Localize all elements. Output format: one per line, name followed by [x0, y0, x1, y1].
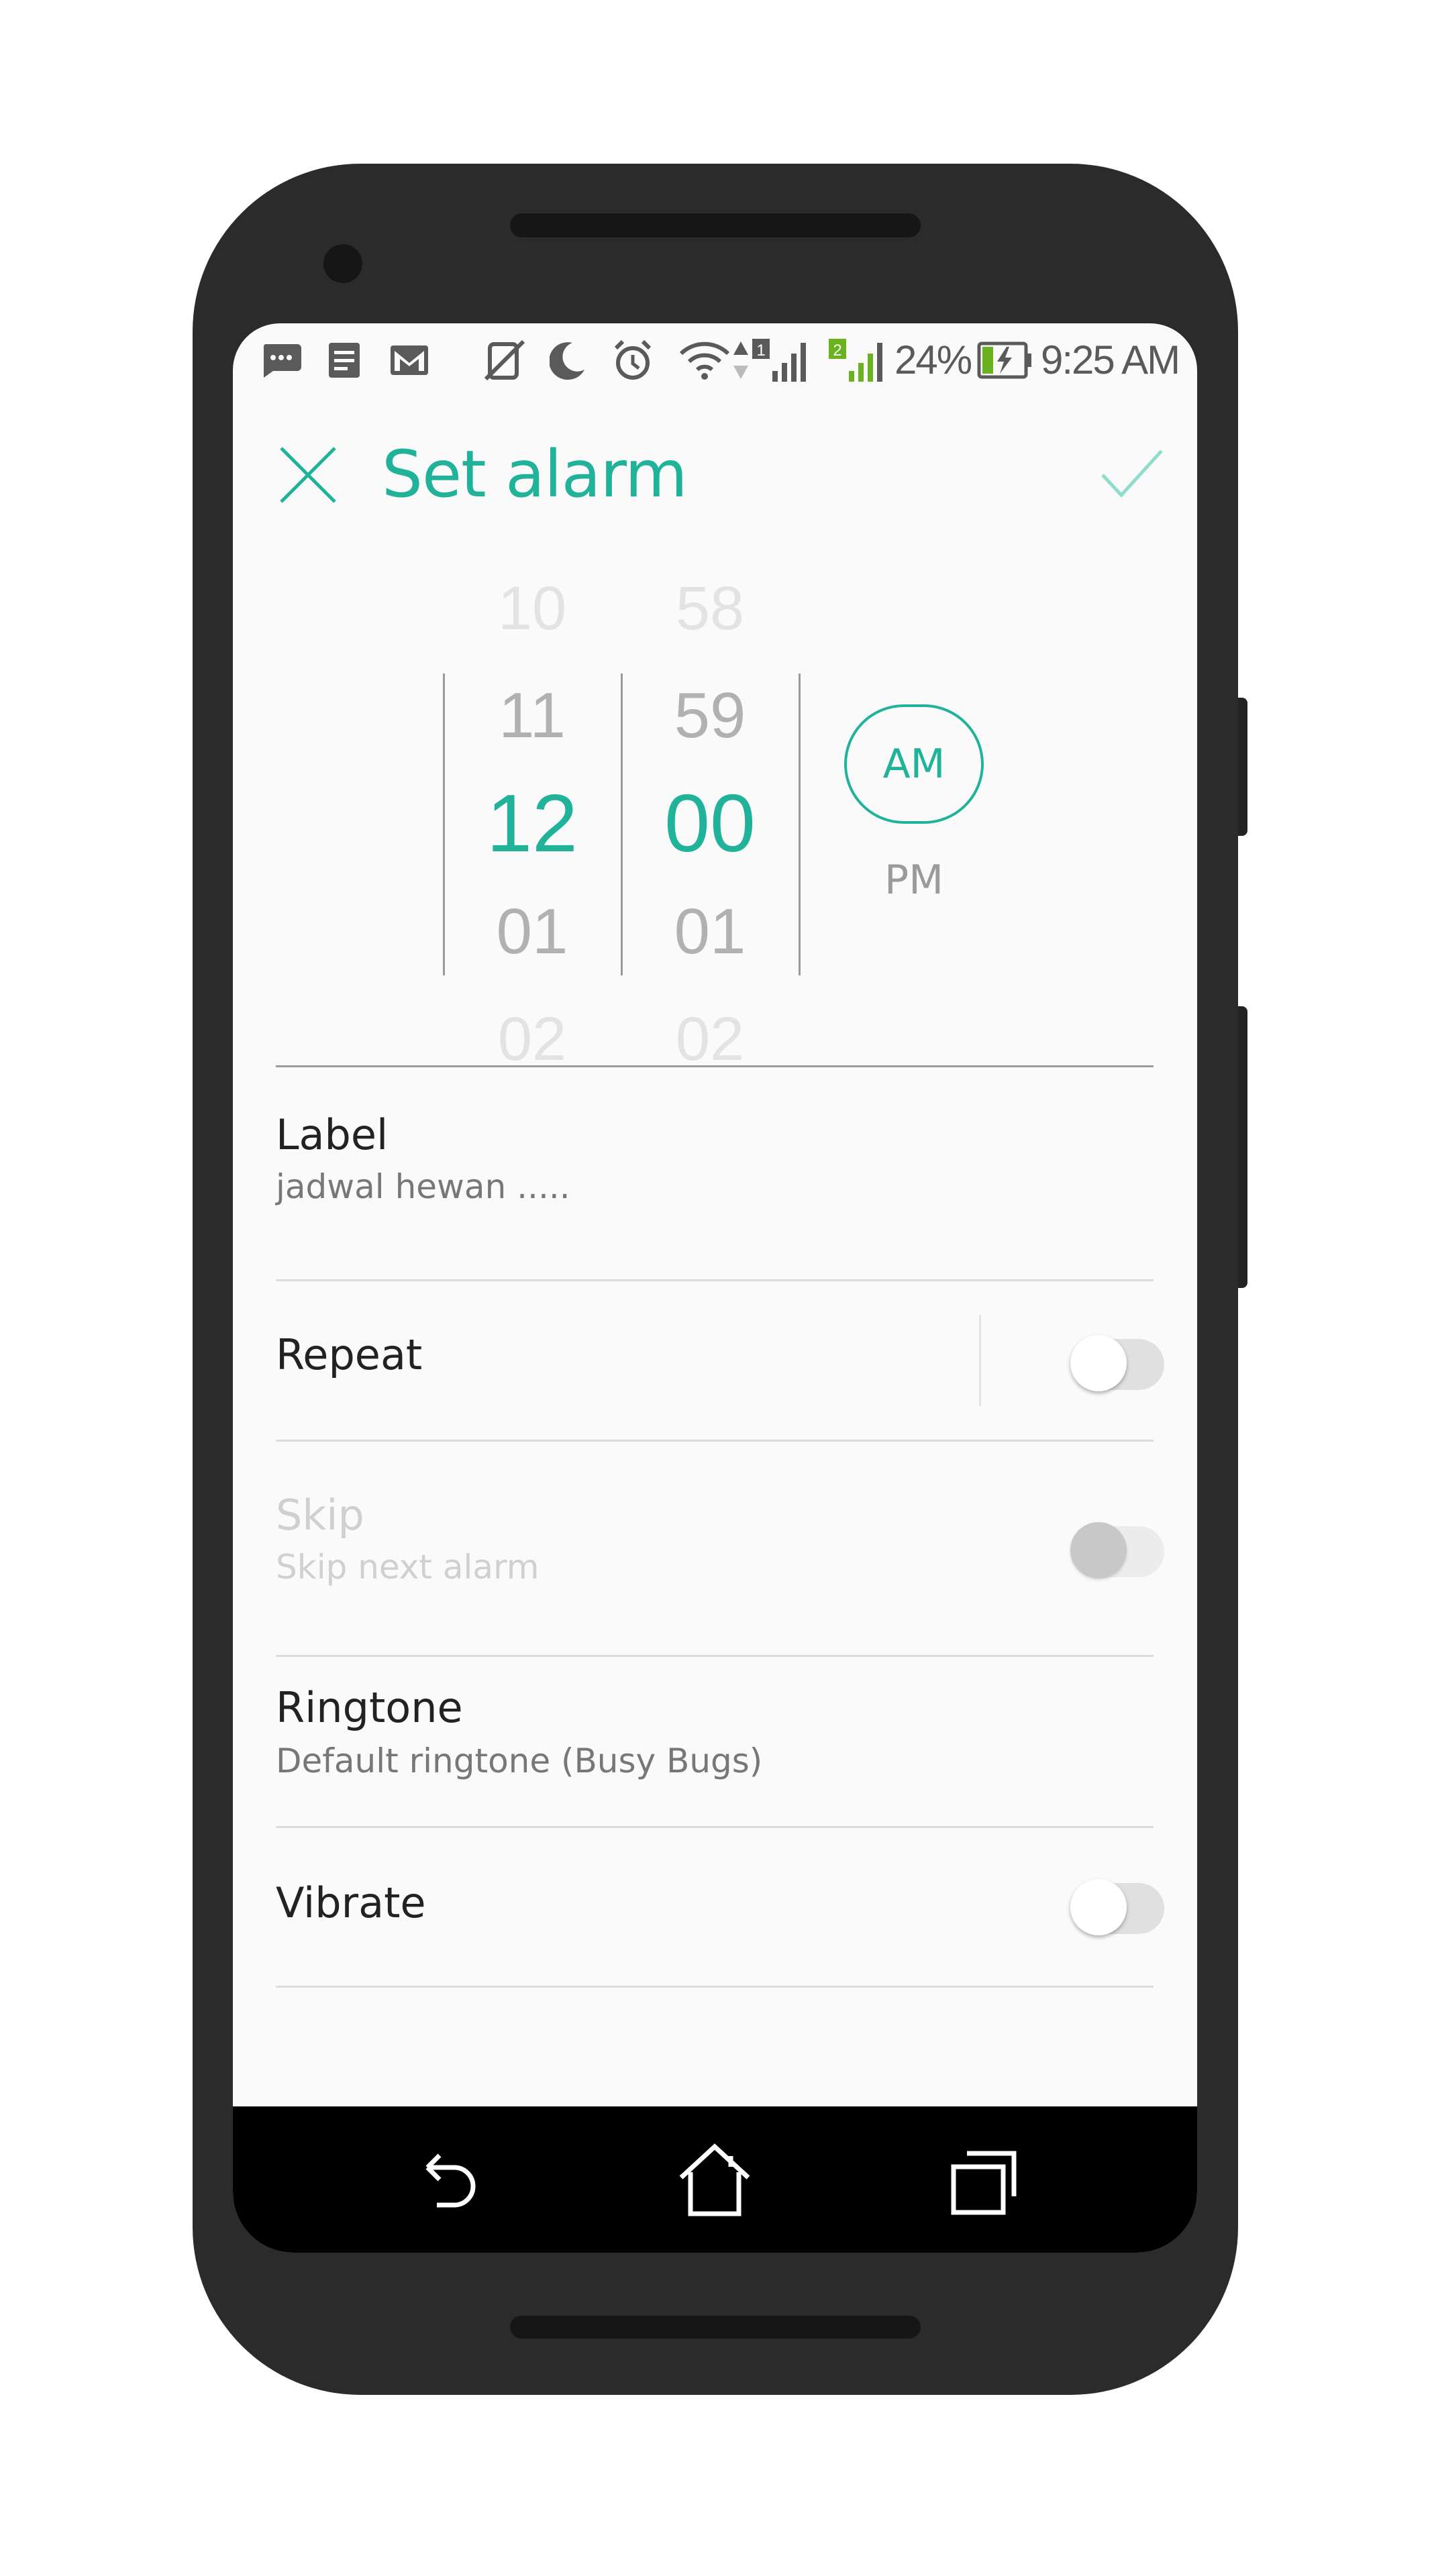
hour-option[interactable]: 01: [445, 895, 619, 969]
repeat-title: Repeat: [276, 1330, 423, 1379]
back-icon: [425, 2153, 476, 2208]
vibrate-toggle[interactable]: [1070, 1863, 1164, 1935]
label-title: Label: [276, 1110, 389, 1159]
toggle-thumb: [1070, 1335, 1127, 1391]
hour-picker[interactable]: 10 11 12 01 02: [445, 323, 619, 1073]
signal-icon: 2: [827, 337, 885, 384]
toggle-thumb: [1070, 1522, 1127, 1578]
recents-icon: [951, 2151, 1017, 2215]
repeat-row[interactable]: Repeat: [276, 1281, 1164, 1440]
ringtone-value: Default ringtone (Busy Bugs): [276, 1741, 763, 1780]
skip-title: Skip: [276, 1491, 364, 1540]
gmail-icon: [389, 337, 430, 384]
skip-subtitle: Skip next alarm: [276, 1548, 540, 1587]
front-camera: [323, 244, 362, 283]
am-button[interactable]: AM: [844, 704, 984, 824]
close-icon: [280, 447, 336, 503]
hour-option[interactable]: 11: [445, 679, 619, 753]
repeat-separator: [979, 1315, 981, 1406]
notes-icon: [325, 337, 363, 384]
message-icon: [260, 337, 303, 384]
close-button[interactable]: [277, 444, 339, 506]
minute-option[interactable]: 01: [623, 895, 797, 969]
battery-percent: 24%: [894, 337, 972, 382]
repeat-toggle[interactable]: [1070, 1319, 1164, 1391]
skip-toggle: [1070, 1506, 1164, 1578]
skip-row: Skip Skip next alarm: [276, 1442, 1164, 1655]
toggle-thumb: [1070, 1879, 1127, 1935]
label-value: jadwal hewan .....: [276, 1167, 570, 1206]
picker-mask: [233, 1067, 1197, 1100]
minute-picker[interactable]: 58 59 00 01 02: [623, 323, 797, 1073]
minute-option[interactable]: 58: [623, 572, 797, 645]
svg-text:2: 2: [833, 341, 841, 360]
screen: 1 2 24% 9:25 AM Set alarm 10 11 12 01 02…: [233, 323, 1197, 2253]
vibrate-row[interactable]: Vibrate: [276, 1828, 1164, 1986]
home-icon: [679, 2143, 750, 2216]
volume-button: [1238, 698, 1247, 836]
picker-divider: [799, 674, 801, 975]
back-button[interactable]: [397, 2133, 491, 2227]
picker-bottom-divider: [276, 1065, 1154, 1067]
vibrate-title: Vibrate: [276, 1878, 426, 1927]
minute-selected[interactable]: 00: [623, 782, 797, 864]
battery-charging-icon: [976, 337, 1033, 384]
ringtone-title: Ringtone: [276, 1683, 463, 1732]
earpiece-speaker: [510, 213, 921, 237]
power-button: [1238, 1006, 1247, 1288]
pm-button[interactable]: PM: [844, 853, 984, 907]
home-button[interactable]: [668, 2133, 762, 2227]
confirm-button[interactable]: [1098, 444, 1166, 504]
navigation-bar: [233, 2106, 1197, 2253]
hour-option[interactable]: 10: [445, 572, 619, 645]
hour-selected[interactable]: 12: [445, 782, 619, 864]
minute-option[interactable]: 59: [623, 679, 797, 753]
clock-time: 9:25 AM: [1041, 337, 1180, 382]
recents-button[interactable]: [937, 2133, 1031, 2227]
bottom-speaker: [510, 2316, 921, 2339]
check-icon: [1101, 449, 1163, 498]
label-row[interactable]: Label jadwal hewan .....: [276, 1108, 1154, 1256]
ringtone-row[interactable]: Ringtone Default ringtone (Busy Bugs): [276, 1657, 1154, 1826]
row-divider: [276, 1986, 1154, 1988]
